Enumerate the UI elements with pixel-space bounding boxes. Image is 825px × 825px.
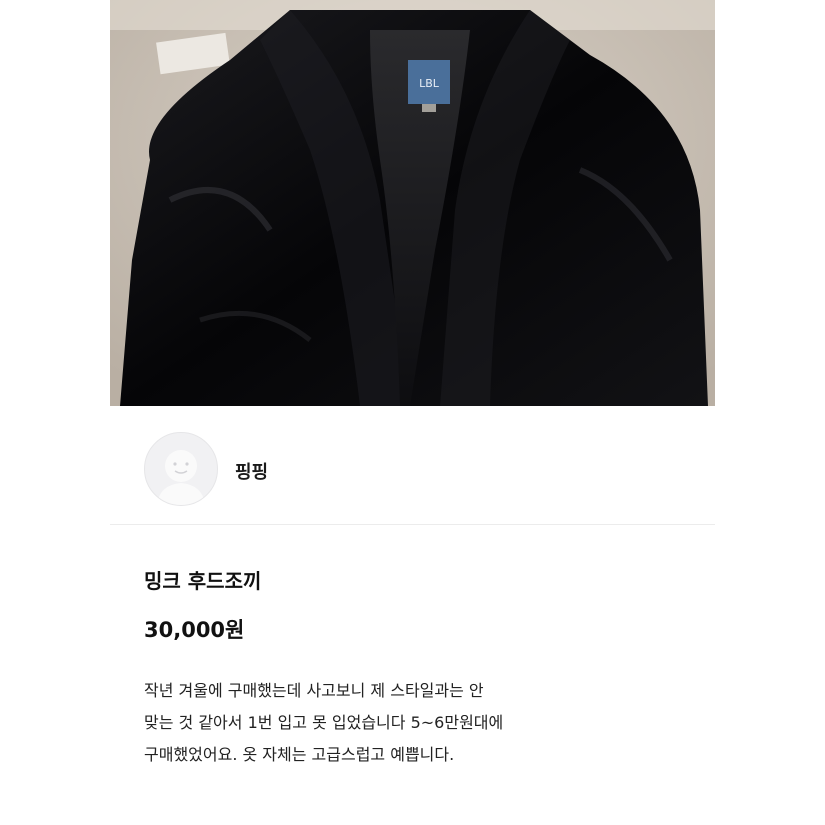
listing-title: 밍크 후드조끼 — [144, 569, 262, 593]
listing-description: 작년 겨울에 구매했는데 사고보니 제 스타일과는 안 맞는 것 같아서 1번 … — [144, 675, 689, 771]
seller-avatar[interactable] — [144, 432, 218, 506]
seller-section[interactable]: 핑핑 — [110, 406, 715, 525]
listing-price: 30,000원 — [144, 618, 245, 642]
page-gutter-left — [0, 0, 110, 825]
seller-name[interactable]: 핑핑 — [235, 458, 268, 484]
description-line: 맞는 것 같아서 1번 입고 못 입었습니다 5~6만원대에 — [144, 713, 504, 732]
page-gutter-right — [715, 0, 825, 825]
brand-label-text: LBL — [419, 77, 440, 90]
listing-card: LBL 핑핑 밍크 후드조끼 30,000원 작년 겨울에 구매했는데 사고보니… — [110, 0, 715, 825]
avatar-face-icon — [157, 450, 205, 505]
description-line: 구매했었어요. 옷 자체는 고급스럽고 예쁩니다. — [144, 745, 455, 764]
product-photo[interactable]: LBL — [110, 0, 715, 406]
description-line: 작년 겨울에 구매했는데 사고보니 제 스타일과는 안 — [144, 681, 484, 700]
